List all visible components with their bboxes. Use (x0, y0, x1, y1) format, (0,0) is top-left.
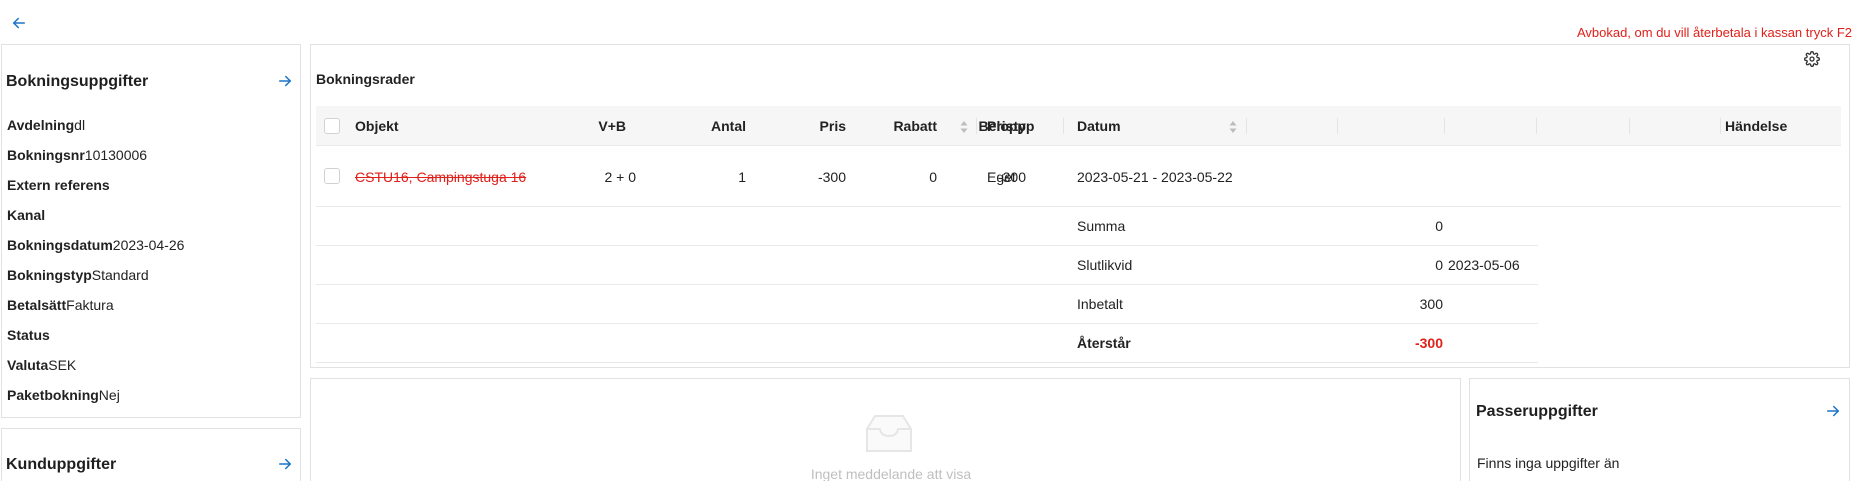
table-row: CSTU16, Campingstuga 16 Eget 2023-05-21 … (316, 147, 1841, 207)
inbox-icon (866, 415, 912, 452)
booking-info-list: Avdelningdl Bokningsnr10130006 Extern re… (7, 115, 297, 415)
passenger-empty-text: Finns inga uppgifter än (1477, 455, 1620, 471)
row-checkbox[interactable] (324, 168, 340, 184)
column-divider (976, 118, 977, 134)
column-divider (1629, 118, 1630, 134)
select-all-checkbox[interactable] (324, 118, 340, 134)
customer-info-title: Kunduppgifter (6, 456, 117, 473)
sort-icon[interactable] (960, 120, 968, 134)
col-datum[interactable]: Datum (1077, 106, 1121, 146)
summary-value: 0 (1435, 218, 1443, 234)
column-divider (1063, 118, 1064, 134)
column-divider (1720, 118, 1721, 134)
summary-value: 300 (1419, 296, 1443, 312)
empty-messages-text: Inget meddelande att visa (810, 466, 972, 481)
summary-due-date: 2023-05-06 (1448, 257, 1520, 273)
column-divider (1246, 118, 1247, 134)
sort-icon[interactable] (1229, 120, 1237, 134)
col-vb: V+B (598, 118, 626, 134)
cancellation-notice: Avbokad, om du vill återbetala i kassan … (1576, 25, 1852, 40)
passenger-info-title: Passeruppgifter (1476, 403, 1598, 420)
back-arrow-icon[interactable] (10, 14, 32, 36)
gear-icon[interactable] (1804, 51, 1820, 67)
booking-rows-header: Objekt Pristyp Datum V+B Antal Pris Raba… (316, 106, 1841, 146)
cell-belopp: -300 (997, 169, 1026, 185)
summary-row-slutlikvid: Slutlikvid 0 2023-05-06 (316, 246, 1538, 285)
col-objekt[interactable]: Objekt (355, 106, 399, 146)
booking-info-title: Bokningsuppgifter (6, 73, 149, 90)
info-row-bokningsdatum: Bokningsdatum2023-04-26 (7, 237, 185, 253)
summary-row-summa: Summa 0 (316, 207, 1538, 246)
summary-label: Summa (1077, 218, 1126, 234)
info-row-avdelning: Avdelningdl (7, 117, 86, 133)
info-row-valuta: ValutaSEK (7, 357, 77, 373)
info-row-paketbokning: PaketbokningNej (7, 387, 120, 403)
column-divider (1337, 118, 1338, 134)
col-rabatt: Rabatt (893, 118, 937, 134)
booking-rows-title: Bokningsrader (316, 71, 415, 87)
summary-row-aterstar: Återstår -300 (316, 324, 1538, 363)
col-handelse: Händelse (1725, 118, 1788, 134)
cell-antal: 1 (738, 169, 746, 185)
object-link[interactable]: CSTU16, Campingstuga 16 (355, 147, 526, 207)
booking-info-arrow-icon[interactable] (276, 72, 294, 90)
info-row-betalsatt: BetalsättFaktura (7, 297, 114, 313)
info-row-bokningsnr: Bokningsnr10130006 (7, 147, 148, 163)
cell-datum: 2023-05-21 - 2023-05-22 (1077, 169, 1233, 185)
info-row-extern-referens: Extern referens (7, 177, 110, 193)
col-antal: Antal (711, 118, 746, 134)
column-divider (1444, 118, 1445, 134)
summary-value: 0 (1435, 257, 1443, 273)
col-pris: Pris (819, 118, 846, 134)
customer-info-arrow-icon[interactable] (276, 455, 294, 473)
summary-label: Återstår (1077, 335, 1131, 351)
passenger-info-arrow-icon[interactable] (1824, 402, 1842, 420)
info-row-status: Status (7, 327, 50, 343)
cell-pris: -300 (817, 169, 846, 185)
summary-label: Inbetalt (1077, 296, 1123, 312)
col-belopp: Belopp (978, 118, 1026, 134)
summary-row-inbetalt: Inbetalt 300 (316, 285, 1538, 324)
cell-rabatt: 0 (929, 169, 937, 185)
info-row-bokningstyp: BokningstypStandard (7, 267, 149, 283)
column-divider (1536, 118, 1537, 134)
cell-vb: 2 + 0 (604, 169, 636, 185)
summary-value: -300 (1414, 335, 1443, 351)
summary-label: Slutlikvid (1077, 257, 1133, 273)
info-row-kanal: Kanal (7, 207, 46, 223)
